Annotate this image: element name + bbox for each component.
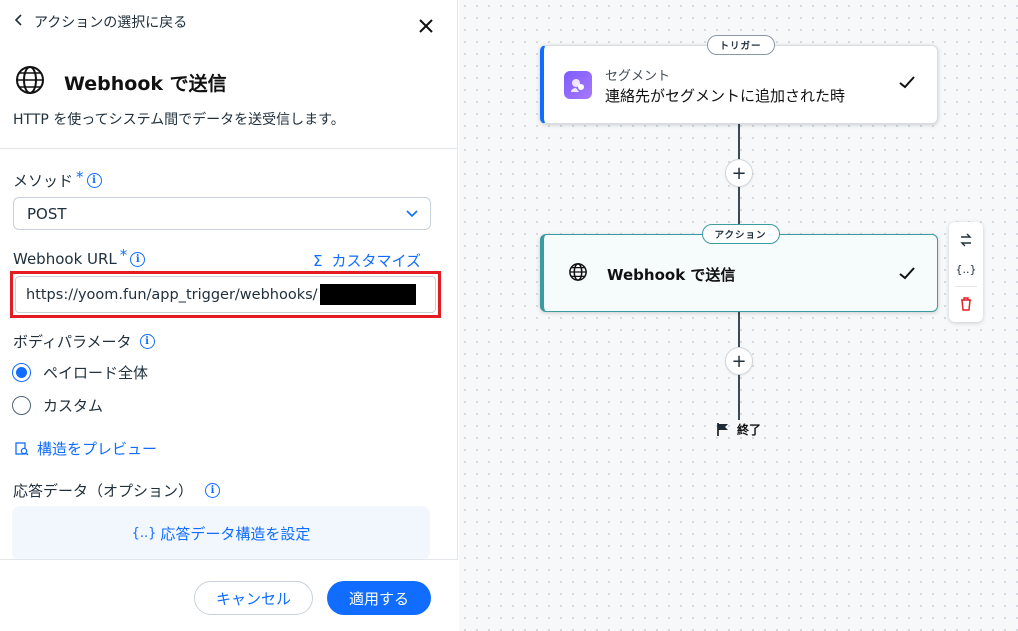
cancel-button[interactable]: キャンセル xyxy=(194,581,313,615)
sigma-icon: Σ xyxy=(313,251,323,270)
check-icon xyxy=(899,73,915,94)
trash-icon[interactable] xyxy=(954,292,978,316)
close-icon xyxy=(419,19,433,33)
body-label-text: ボディパラメータ xyxy=(13,333,132,351)
info-icon[interactable]: i xyxy=(139,334,155,349)
preview-structure-link[interactable]: 構造をプレビュー xyxy=(15,438,157,459)
set-response-structure-button[interactable]: {..} 応答データ構造を設定 xyxy=(12,506,430,560)
divider xyxy=(0,148,458,149)
url-label-text: Webhook URL xyxy=(13,250,117,268)
preview-icon xyxy=(15,441,29,455)
divider xyxy=(955,285,977,287)
radio-selected[interactable] xyxy=(12,363,31,382)
redacted-block xyxy=(319,284,416,305)
info-icon[interactable]: i xyxy=(205,483,221,498)
radio-label: カスタム xyxy=(43,397,104,415)
radio-payload[interactable]: ペイロード全体 xyxy=(12,362,148,383)
page-title: Webhook で送信 xyxy=(64,72,227,95)
end-node: 終了 xyxy=(717,421,761,438)
flow-canvas[interactable]: トリガー セグメント 連絡先がセグメントに追加された時 + アクション Webh… xyxy=(459,0,1018,631)
panel-header: Webhook で送信 xyxy=(14,64,227,100)
customize-label: カスタマイズ xyxy=(331,252,422,270)
action-title: Webhook で送信 xyxy=(607,266,736,284)
required-mark: * xyxy=(76,167,84,186)
method-value: POST xyxy=(27,204,67,223)
trigger-subtitle: セグメント xyxy=(605,69,671,84)
method-select[interactable]: POST xyxy=(13,197,431,230)
radio-label: ペイロード全体 xyxy=(43,364,149,382)
back-link-label: アクションの選択に戻る xyxy=(34,15,188,31)
preview-label: 構造をプレビュー xyxy=(37,440,158,458)
apply-button[interactable]: 適用する xyxy=(327,581,431,615)
body-label: ボディパラメータ i xyxy=(13,331,155,352)
response-label: 応答データ（オプション） i xyxy=(13,480,221,501)
method-label-text: メソッド xyxy=(13,172,74,190)
panel-footer: キャンセル 適用する xyxy=(0,559,458,631)
url-value: https://yoom.fun/app_trigger/webhooks/ xyxy=(26,286,318,303)
flag-icon xyxy=(717,423,728,436)
segment-icon xyxy=(564,71,592,99)
end-label: 終了 xyxy=(737,423,762,437)
trigger-pill: トリガー xyxy=(706,35,775,55)
response-label-text: 応答データ（オプション） xyxy=(13,482,194,500)
braces-icon: {..} xyxy=(131,525,157,541)
trigger-title: 連絡先がセグメントに追加された時 xyxy=(605,87,846,105)
radio-unselected[interactable] xyxy=(12,396,31,415)
globe-icon xyxy=(568,262,588,286)
customize-link[interactable]: Σ カスタマイズ xyxy=(313,250,421,271)
required-mark: * xyxy=(119,246,128,264)
add-step-button[interactable]: + xyxy=(725,347,753,375)
back-link[interactable]: アクションの選択に戻る xyxy=(14,12,187,32)
close-button[interactable] xyxy=(414,14,438,38)
chevron-left-icon xyxy=(14,14,24,30)
method-label: メソッド * i xyxy=(13,167,102,191)
response-button-label: 応答データ構造を設定 xyxy=(160,524,311,543)
add-step-button[interactable]: + xyxy=(725,159,753,187)
action-card[interactable]: アクション Webhook で送信 xyxy=(540,224,938,312)
trigger-card[interactable]: トリガー セグメント 連絡先がセグメントに追加された時 xyxy=(540,35,938,124)
swap-icon[interactable] xyxy=(954,228,978,252)
page-subtitle: HTTP を使ってシステム間でデータを送受信します。 xyxy=(13,112,345,128)
chevron-down-icon xyxy=(406,209,418,217)
radio-custom[interactable]: カスタム xyxy=(12,395,103,416)
url-label: Webhook URL * i xyxy=(13,246,146,268)
variables-icon[interactable]: {..} xyxy=(954,257,978,281)
check-icon xyxy=(899,264,915,285)
webhook-url-input[interactable]: https://yoom.fun/app_trigger/webhooks/ xyxy=(15,276,436,313)
config-panel: アクションの選択に戻る Webhook で送信 HTTP を使ってシステム間でデ… xyxy=(0,0,458,631)
node-toolbar: {..} xyxy=(949,222,983,322)
action-pill: アクション xyxy=(701,224,780,244)
info-icon[interactable]: i xyxy=(130,251,146,267)
globe-icon xyxy=(14,64,46,100)
info-icon[interactable]: i xyxy=(86,173,102,188)
